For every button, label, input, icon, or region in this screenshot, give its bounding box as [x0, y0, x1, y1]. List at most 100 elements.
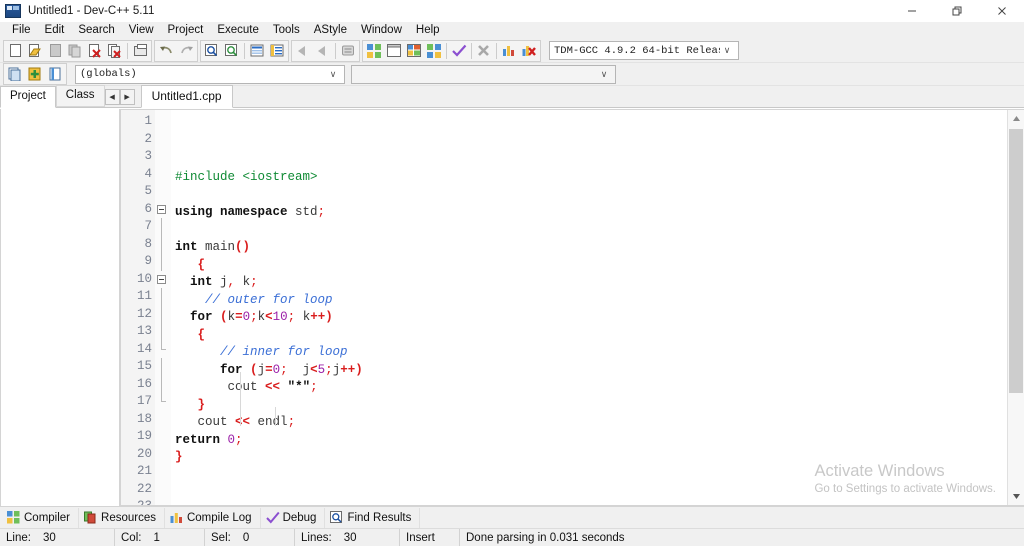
code-token: // inner for loop — [220, 345, 348, 359]
compile-button[interactable] — [364, 41, 384, 61]
close-all-button[interactable] — [105, 41, 125, 61]
member-select[interactable]: ∨ — [351, 64, 616, 84]
undo-button[interactable] — [156, 41, 176, 61]
tab-scroll-left-button[interactable]: ◀ — [104, 89, 120, 105]
code-token: << — [235, 415, 251, 429]
menu-edit[interactable]: Edit — [38, 22, 72, 39]
menu-tools[interactable]: Tools — [266, 22, 307, 39]
save-icon — [49, 44, 61, 57]
print-icon — [133, 43, 147, 56]
fold-row — [155, 271, 171, 289]
code-token: , — [227, 275, 236, 289]
file-tab-untitled1[interactable]: Untitled1.cpp — [140, 85, 233, 108]
syntax-check-button[interactable] — [449, 41, 469, 61]
minimize-button[interactable] — [889, 0, 934, 22]
new-file-button[interactable] — [5, 41, 25, 61]
scrollbar-track[interactable] — [1008, 127, 1024, 488]
close-button[interactable] — [979, 0, 1024, 22]
line-number: 17 — [136, 394, 152, 408]
compile-and-run-button[interactable] — [404, 41, 424, 61]
code-token: ( — [250, 362, 258, 377]
scroll-down-button[interactable] — [1008, 488, 1024, 505]
bottom-tab-debug[interactable]: Debug — [261, 507, 326, 528]
fold-guide-line — [161, 375, 162, 393]
insert-snippet-button[interactable] — [5, 64, 25, 84]
scrollbar-thumb[interactable] — [1009, 129, 1023, 393]
code-token: for — [190, 310, 213, 324]
code-folding-column[interactable] — [155, 110, 171, 505]
code-token: main — [197, 240, 236, 254]
restore-button[interactable] — [934, 0, 979, 22]
menu-search[interactable]: Search — [71, 22, 121, 39]
panel-tab-project[interactable]: Project — [0, 86, 56, 108]
back-button[interactable] — [293, 41, 313, 61]
bottom-tab-find-results[interactable]: Find Results — [325, 507, 421, 528]
fold-toggle-icon[interactable] — [157, 204, 166, 214]
bottom-tab-compile-log[interactable]: Compile Log — [165, 507, 261, 528]
print-button[interactable] — [130, 41, 150, 61]
goto-line-button[interactable] — [247, 41, 267, 61]
save-all-button[interactable] — [65, 41, 85, 61]
menu-execute[interactable]: Execute — [210, 22, 266, 39]
status-line-value: 30 — [42, 531, 56, 544]
menu-file[interactable]: File — [5, 22, 38, 39]
code-text[interactable]: #include <iostream> using namespace std;… — [171, 110, 1007, 505]
menu-window[interactable]: Window — [354, 22, 409, 39]
scope-select[interactable]: (globals) ∨ — [75, 64, 345, 84]
menu-project[interactable]: Project — [161, 22, 211, 39]
open-file-button[interactable] — [25, 41, 45, 61]
goto-function-button[interactable] — [267, 41, 287, 61]
code-token: } — [175, 450, 183, 464]
stop-execution-button[interactable] — [474, 41, 494, 61]
line-number: 5 — [144, 184, 152, 198]
code-editor[interactable]: 123456789101112131415161718192021222324 … — [121, 110, 1007, 505]
status-sel-label: Sel: — [211, 531, 231, 544]
menu-help[interactable]: Help — [409, 22, 447, 39]
bottom-tab-compiler[interactable]: Compiler — [2, 507, 80, 528]
chevron-down-icon: ∨ — [329, 68, 337, 79]
replace-button[interactable] — [222, 41, 242, 61]
find-button[interactable] — [202, 41, 222, 61]
bottom-tab-resources[interactable]: Resources — [79, 507, 165, 528]
close-file-button[interactable] — [85, 41, 105, 61]
compiler-select[interactable]: TDM-GCC 4.9.2 64-bit Release ∨ — [549, 41, 739, 60]
menu-view[interactable]: View — [122, 22, 161, 39]
fold-guide-line — [161, 288, 162, 306]
code-token: 0 — [272, 362, 281, 377]
add-to-project-button[interactable] — [25, 64, 45, 84]
fold-row — [155, 183, 171, 201]
panel-tab-class[interactable]: Class — [55, 85, 105, 107]
profile-button[interactable] — [499, 41, 519, 61]
fold-toggle-icon[interactable] — [157, 274, 166, 284]
run-button[interactable] — [384, 41, 404, 61]
line-number: 16 — [136, 376, 152, 391]
bottom-tab-label: Compile Log — [186, 511, 252, 524]
delete-profile-button[interactable] — [519, 41, 539, 61]
tab-scroll-right-button[interactable]: ▶ — [119, 89, 135, 105]
code-line: cout << "*"; — [175, 379, 1007, 397]
rebuild-all-button[interactable] — [424, 41, 444, 61]
goto-function-icon — [270, 44, 284, 58]
devcpp-app-icon — [5, 4, 21, 18]
menu-astyle[interactable]: AStyle — [307, 22, 354, 39]
project-options-button[interactable] — [45, 64, 65, 84]
rebuild-all-icon — [427, 43, 441, 58]
editor-vertical-scrollbar[interactable] — [1007, 110, 1024, 505]
save-button[interactable] — [45, 41, 65, 61]
fold-row — [155, 113, 171, 131]
indent-guide — [275, 407, 276, 426]
line-number: 19 — [136, 429, 152, 443]
code-token: k — [295, 310, 311, 324]
fold-guide-line — [161, 323, 162, 341]
forward-button[interactable] — [313, 41, 333, 61]
scroll-up-button[interactable] — [1008, 110, 1024, 127]
fold-row — [155, 166, 171, 184]
project-panel[interactable] — [0, 109, 120, 506]
line-number: 8 — [144, 236, 152, 251]
toggle-bookmark-button[interactable] — [338, 41, 358, 61]
toolbar-separator — [335, 42, 336, 59]
redo-button[interactable] — [176, 41, 196, 61]
